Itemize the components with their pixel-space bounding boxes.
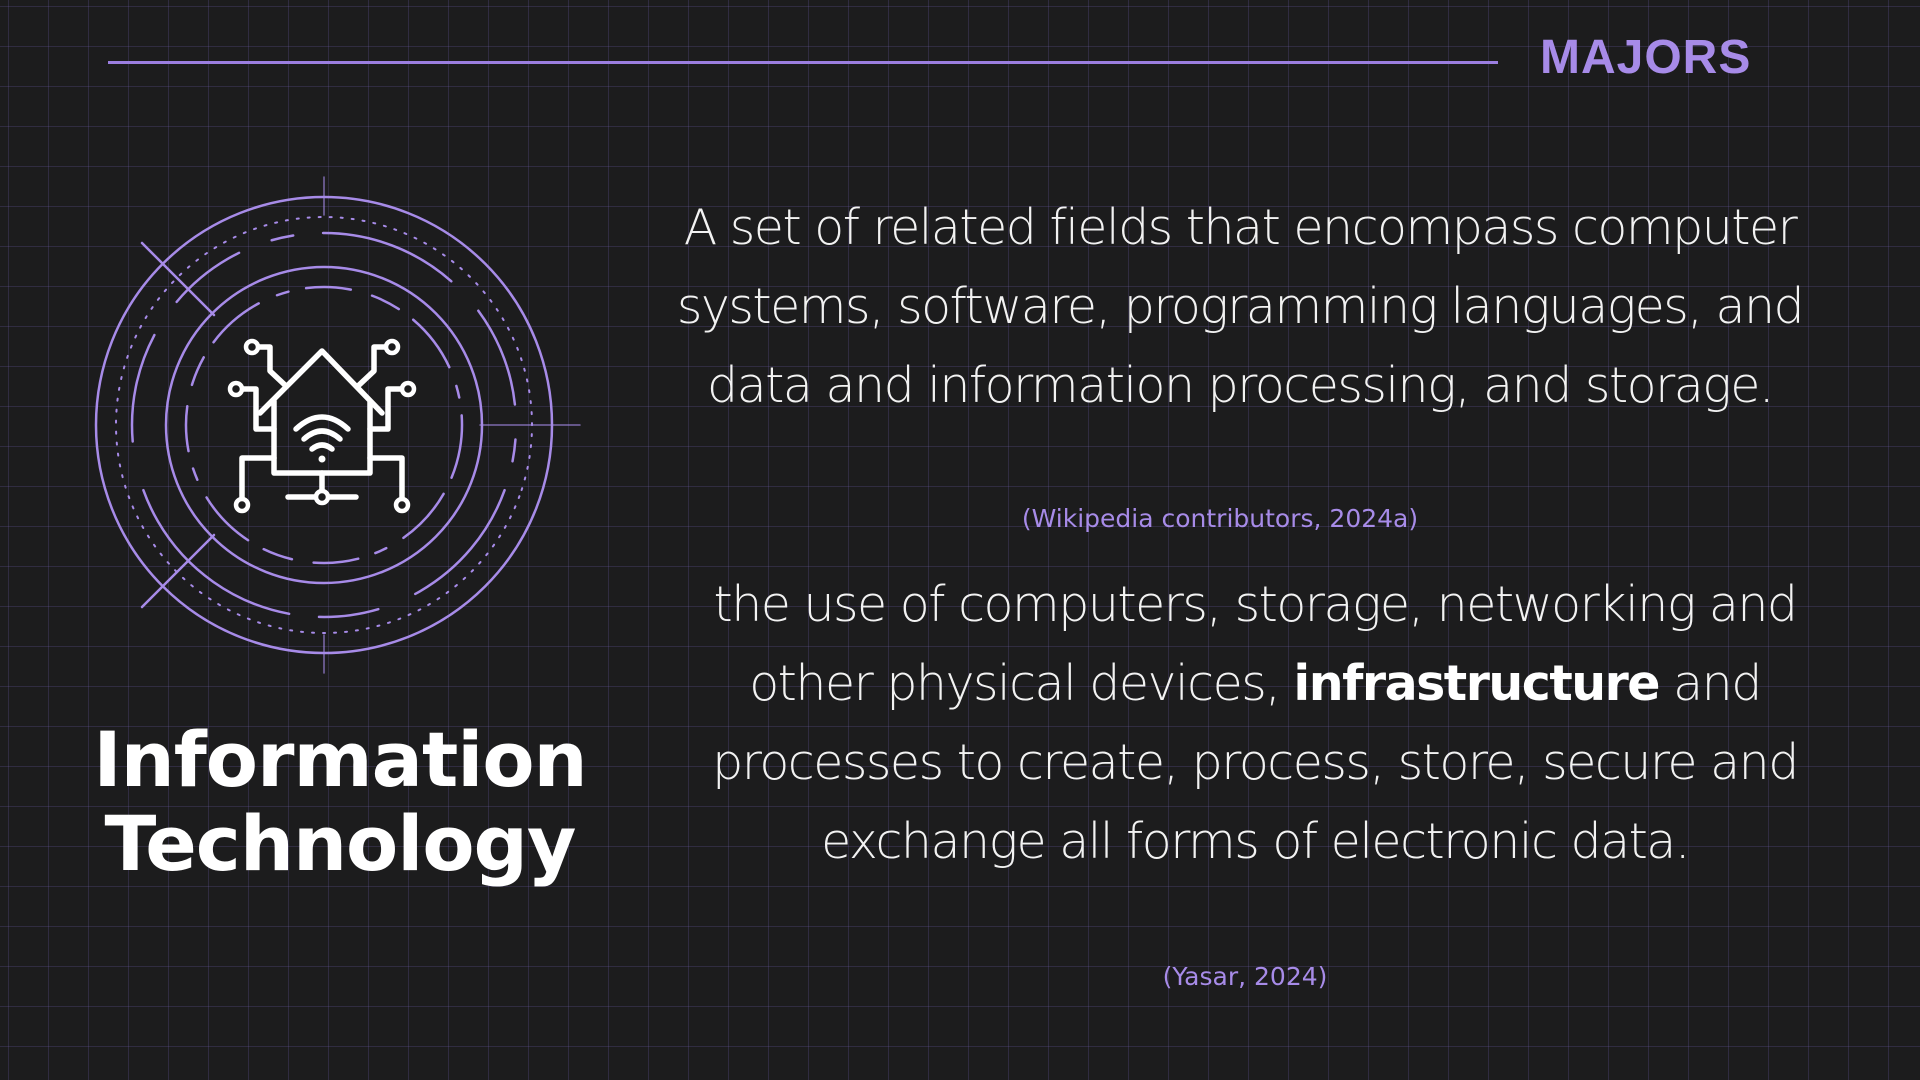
circuit-bottom-left [239,455,277,501]
major-title: Information Technology [70,718,610,886]
wifi-arc-inner [309,442,335,452]
node-bottom-center [313,488,331,506]
node-right [399,380,417,398]
wifi-arc-outer [293,414,351,432]
wifi-arc-middle [301,428,343,442]
major-title-line-1: Information [93,715,587,804]
circuit-left [239,386,277,432]
node-top-right [383,338,401,356]
circuit-top-left [255,344,289,389]
wifi-dot [318,455,326,463]
house-outline [257,348,385,476]
smart-home-network-icon [94,176,581,674]
definition-wikipedia: A set of related fields that encompass c… [676,199,1805,414]
section-label: MAJORS [1540,31,1752,84]
definition-yasar-emphasis: infrastructure [1293,655,1660,712]
circuit-bottom-right [367,455,405,501]
node-bottom-left [233,496,251,514]
citation-wikipedia: (Wikipedia contributors, 2024a) [1021,504,1419,533]
node-left [227,380,245,398]
major-title-line-2: Technology [104,799,577,888]
scope-line-bottom-left [140,533,216,609]
node-top-left [243,338,261,356]
header-divider [108,61,1498,64]
node-bottom-right [393,496,411,514]
scope-line-top-left [140,241,216,317]
citation-yasar: (Yasar, 2024) [1162,962,1328,991]
circuit-top-right [355,344,389,389]
definition-yasar: the use of computers, storage, networkin… [670,565,1840,881]
